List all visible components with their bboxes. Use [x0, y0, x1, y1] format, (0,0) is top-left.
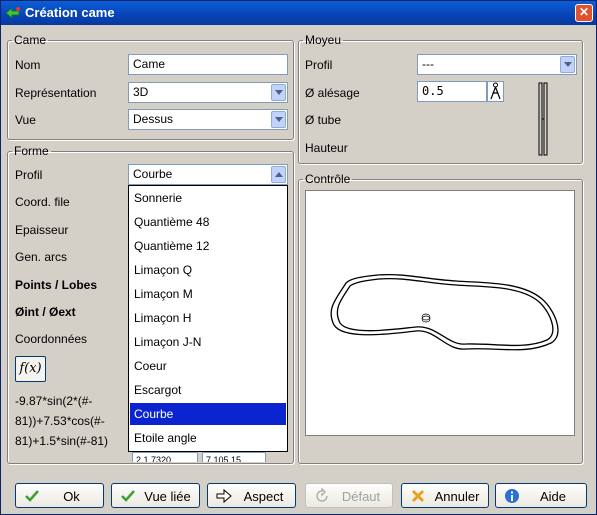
function-icon: f(x) — [19, 361, 42, 376]
forme-profil-select[interactable]: Courbe — [128, 164, 288, 185]
forme-profil-value: Courbe — [133, 167, 173, 181]
dropdown-option[interactable]: Limaçon H — [130, 307, 286, 329]
points-lobes-label: Points / Lobes — [15, 278, 98, 292]
refresh-icon — [316, 488, 328, 502]
aspect-label: Aspect — [243, 489, 284, 504]
coord-field-2[interactable]: 7.105.15 — [202, 452, 266, 462]
epaisseur-label: Epaisseur — [15, 223, 69, 237]
aspect-button[interactable]: Aspect — [207, 483, 296, 508]
dropdown-option[interactable]: Coeur — [130, 355, 286, 377]
cam-shape — [330, 273, 559, 351]
dropdown-option[interactable]: Etoile angle — [130, 427, 286, 449]
hub-profile-preview — [538, 82, 548, 156]
cam-preview-canvas[interactable] — [305, 190, 575, 436]
dropdown-option[interactable]: Sonnerie — [130, 187, 286, 209]
moyeu-profil-value: --- — [422, 57, 434, 71]
check-icon — [25, 490, 39, 502]
dropdown-option[interactable]: Quantième 48 — [130, 211, 286, 233]
defaut-label: Défaut — [341, 489, 381, 504]
forme-profil-label: Profil — [15, 168, 43, 182]
dropdown-option[interactable]: Limaçon J-N — [130, 331, 286, 353]
dropdown-option[interactable]: Limaçon M — [130, 283, 286, 305]
vue-select[interactable]: Dessus — [128, 109, 288, 130]
moyeu-profil-label: Profil — [305, 58, 333, 72]
close-icon: ✕ — [578, 5, 590, 19]
vue-liee-button[interactable]: Vue liée — [111, 483, 200, 508]
representation-value: 3D — [133, 85, 149, 99]
formula-button[interactable]: f(x) — [15, 356, 46, 382]
dropdown-option[interactable]: Escargot — [130, 379, 286, 401]
gen-arcs-label: Gen. arcs — [15, 250, 68, 264]
nom-label: Nom — [15, 58, 41, 72]
aide-button[interactable]: Aide — [495, 483, 587, 508]
dialog-window: Création came ✕ Came Nom Came Représenta… — [0, 0, 597, 515]
annuler-button[interactable]: Annuler — [401, 483, 489, 508]
formula-line: 81)+1.5*sin(#-81) — [15, 434, 109, 448]
alesage-input[interactable]: 0.5 — [417, 81, 487, 102]
came-legend: Came — [14, 33, 47, 47]
ok-button[interactable]: Ok — [15, 483, 104, 508]
hauteur-label: Hauteur — [305, 141, 348, 155]
moyeu-legend: Moyeu — [305, 33, 342, 47]
coord-field-1[interactable]: 2.1.7320 — [132, 452, 198, 462]
annuler-label: Annuler — [434, 489, 480, 504]
aide-label: Aide — [539, 489, 567, 504]
moyeu-profil-select[interactable]: --- — [417, 54, 577, 75]
formula-line: 81))+7.53*cos(#- — [15, 414, 105, 428]
title-bar[interactable]: Création came ✕ — [1, 1, 596, 25]
coord-file-label: Coord. file — [15, 195, 70, 209]
chevron-down-icon[interactable] — [560, 56, 575, 73]
defaut-button[interactable]: Défaut — [305, 483, 393, 508]
profil-dropdown-list[interactable]: Sonnerie Quantième 48 Quantième 12 Limaçon … — [128, 185, 288, 452]
ok-label: Ok — [63, 489, 80, 504]
tube-label: Ø tube — [305, 113, 342, 127]
alesage-label: Ø alésage — [305, 86, 360, 100]
forme-legend: Forme — [14, 144, 49, 158]
formula-text: -9.87*sin(2*(#- 81))+7.53*cos(#- 81)+1.5… — [15, 391, 125, 451]
arrow-right-icon — [216, 488, 232, 504]
dint-dext-label: Øint / Øext — [15, 305, 76, 319]
chevron-up-icon[interactable] — [271, 166, 286, 183]
vue-liee-label: Vue liée — [144, 489, 191, 504]
vue-label: Vue — [15, 113, 36, 127]
chevron-down-icon[interactable] — [271, 84, 286, 101]
compass-icon — [490, 82, 501, 100]
controle-legend: Contrôle — [305, 172, 351, 186]
info-icon — [505, 489, 519, 503]
window-title: Création came — [25, 5, 115, 20]
chevron-down-icon[interactable] — [271, 111, 286, 128]
representation-select[interactable]: 3D — [128, 82, 288, 103]
dropdown-option[interactable]: Limaçon Q — [130, 259, 286, 281]
compass-button[interactable] — [487, 81, 504, 102]
close-button[interactable]: ✕ — [575, 4, 593, 22]
cancel-icon — [411, 489, 425, 503]
coordonnees-label: Coordonnées — [15, 332, 88, 346]
vue-value: Dessus — [133, 112, 174, 126]
representation-label: Représentation — [15, 86, 97, 100]
formula-line: -9.87*sin(2*(#- — [15, 394, 93, 408]
app-arrow-icon — [5, 7, 20, 19]
dropdown-option[interactable]: Quantième 12 — [130, 235, 286, 257]
check-icon — [121, 490, 135, 502]
dropdown-option[interactable]: Courbe — [130, 403, 286, 425]
nom-input[interactable]: Came — [128, 54, 288, 75]
